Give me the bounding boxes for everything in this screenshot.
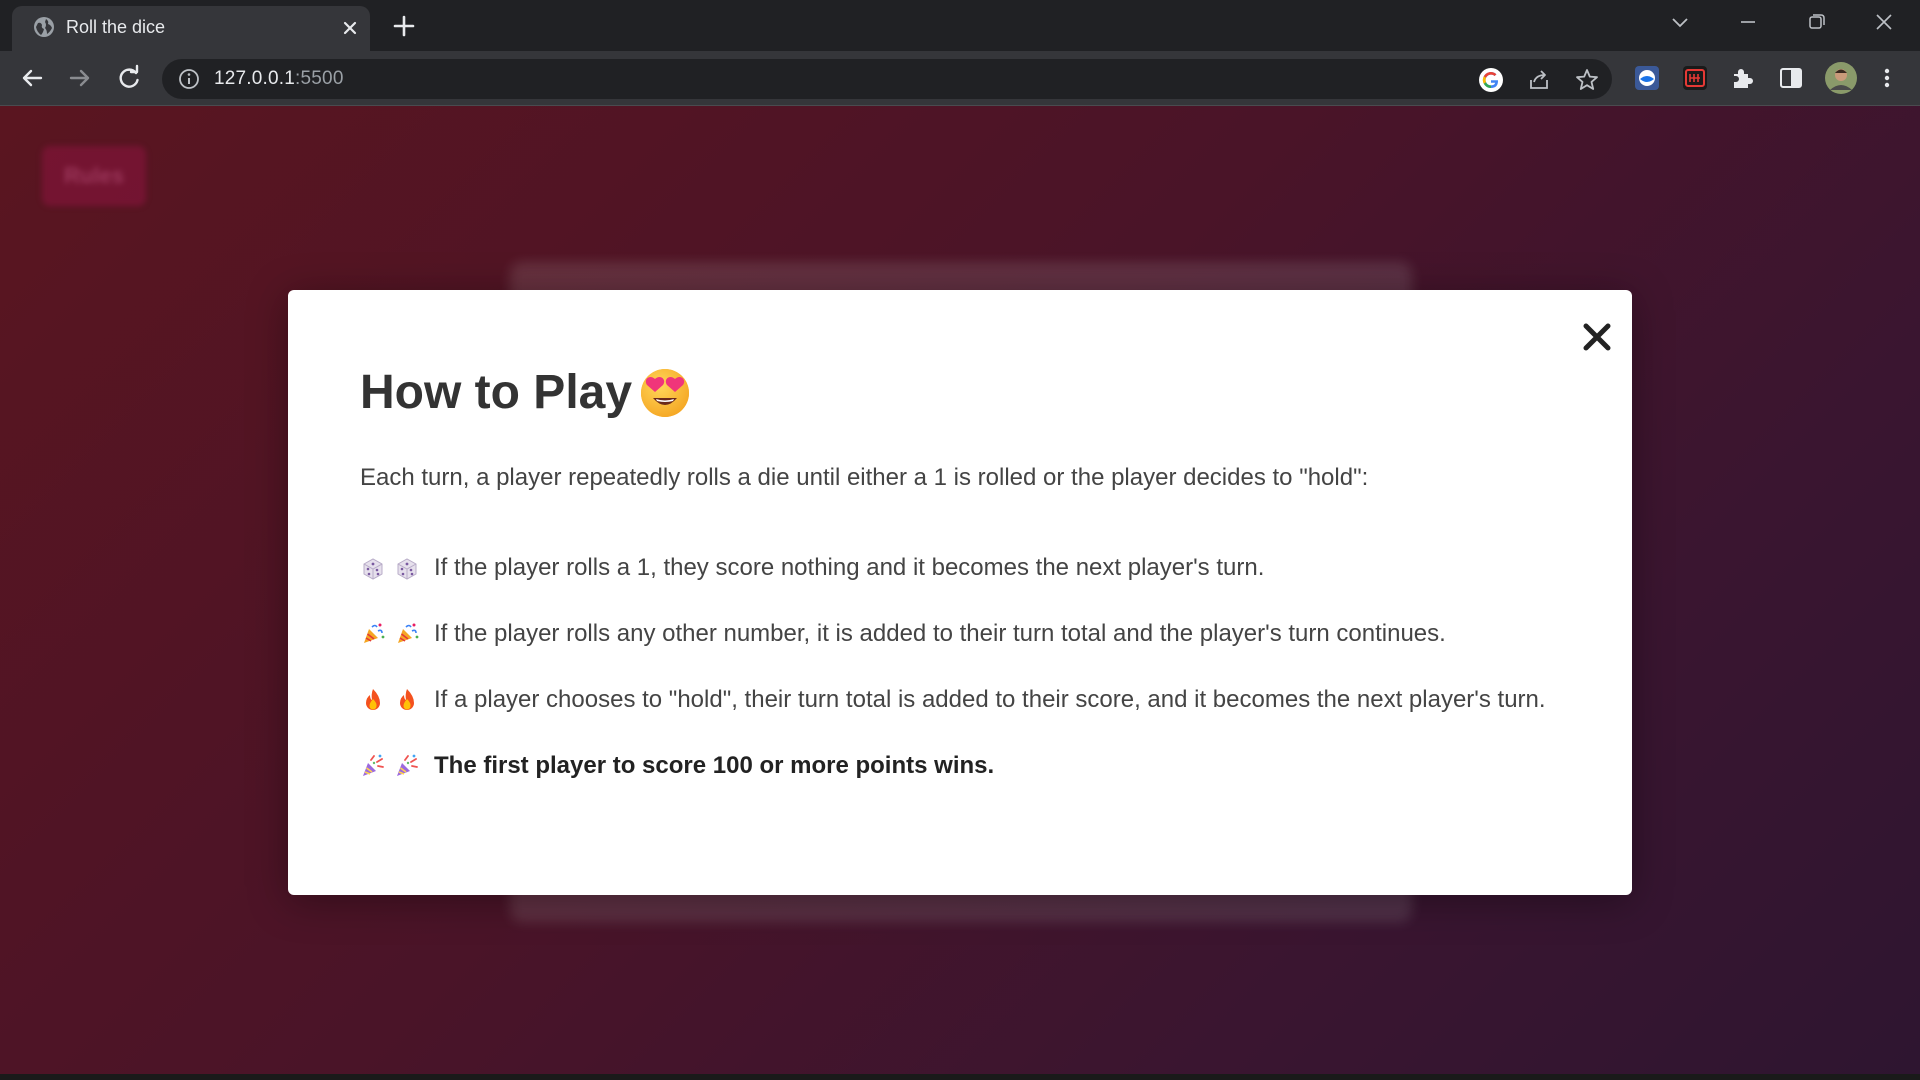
close-tab-icon[interactable] [338, 16, 362, 40]
rule-item-roll-one: If the player rolls a 1, they score noth… [360, 554, 1264, 582]
bookmark-star-icon[interactable] [1574, 67, 1600, 93]
confetti-icon [397, 754, 418, 776]
tab-title: Roll the dice [66, 17, 166, 37]
modal-title: How to Play [360, 362, 692, 422]
confetti-icon [363, 754, 384, 776]
profile-avatar[interactable] [1824, 61, 1858, 95]
menu-kebab-icon[interactable] [1872, 63, 1902, 93]
rule-text: If the player rolls any other number, it… [434, 620, 1446, 647]
url-text: 127.0.0.1:5500 [214, 68, 344, 89]
party-popper-icon [364, 623, 385, 643]
globe-icon [34, 17, 54, 37]
party-popper-icon [398, 623, 419, 643]
bottom-edge [0, 1074, 1920, 1080]
intro-text: Each turn, a player repeatedly rolls a d… [360, 464, 1369, 491]
close-window-icon[interactable] [1864, 8, 1904, 36]
heart-eyes-emoji-icon [641, 369, 690, 417]
browser-tab-strip: Roll the dice [0, 0, 1920, 51]
site-info-icon[interactable] [178, 68, 200, 90]
minimize-icon[interactable] [1728, 8, 1768, 36]
browser-toolbar: 127.0.0.1:5500 [0, 51, 1920, 106]
address-bar[interactable]: 127.0.0.1:5500 [162, 59, 1612, 99]
browser-tab[interactable]: Roll the dice [12, 6, 370, 51]
side-panel-icon[interactable] [1776, 63, 1806, 93]
share-icon[interactable] [1526, 67, 1552, 93]
fire-icon [366, 689, 380, 710]
rules-modal: How to Play Each turn, a player repeated… [288, 290, 1632, 895]
extensions-puzzle-icon[interactable] [1728, 63, 1758, 93]
forward-arrow-icon[interactable] [65, 63, 95, 93]
modal-close-button[interactable] [1576, 316, 1618, 358]
rule-text: The first player to score 100 or more po… [434, 752, 995, 779]
dice-icon [363, 558, 383, 580]
new-tab-icon[interactable] [390, 12, 418, 40]
restore-icon[interactable] [1796, 8, 1836, 36]
fire-icon [400, 689, 414, 710]
rule-text: If the player rolls a 1, they score noth… [434, 554, 1265, 581]
dice-icon [397, 558, 417, 580]
google-icon[interactable] [1478, 67, 1504, 93]
rules-button[interactable]: Rules [42, 146, 146, 206]
extension-red-icon[interactable] [1680, 63, 1710, 93]
rule-item-hold: If a player chooses to "hold", their tur… [360, 686, 1546, 714]
rule-text: If a player chooses to "hold", their tur… [434, 686, 1546, 713]
tab-search-chevron-icon[interactable] [1660, 8, 1700, 36]
rule-item-other-number: If the player rolls any other number, it… [360, 620, 1446, 648]
reload-icon[interactable] [114, 63, 144, 93]
rule-item-win: The first player to score 100 or more po… [360, 752, 994, 780]
close-icon [1583, 323, 1611, 351]
back-arrow-icon[interactable] [17, 63, 47, 93]
extension-blue-icon[interactable] [1632, 63, 1662, 93]
